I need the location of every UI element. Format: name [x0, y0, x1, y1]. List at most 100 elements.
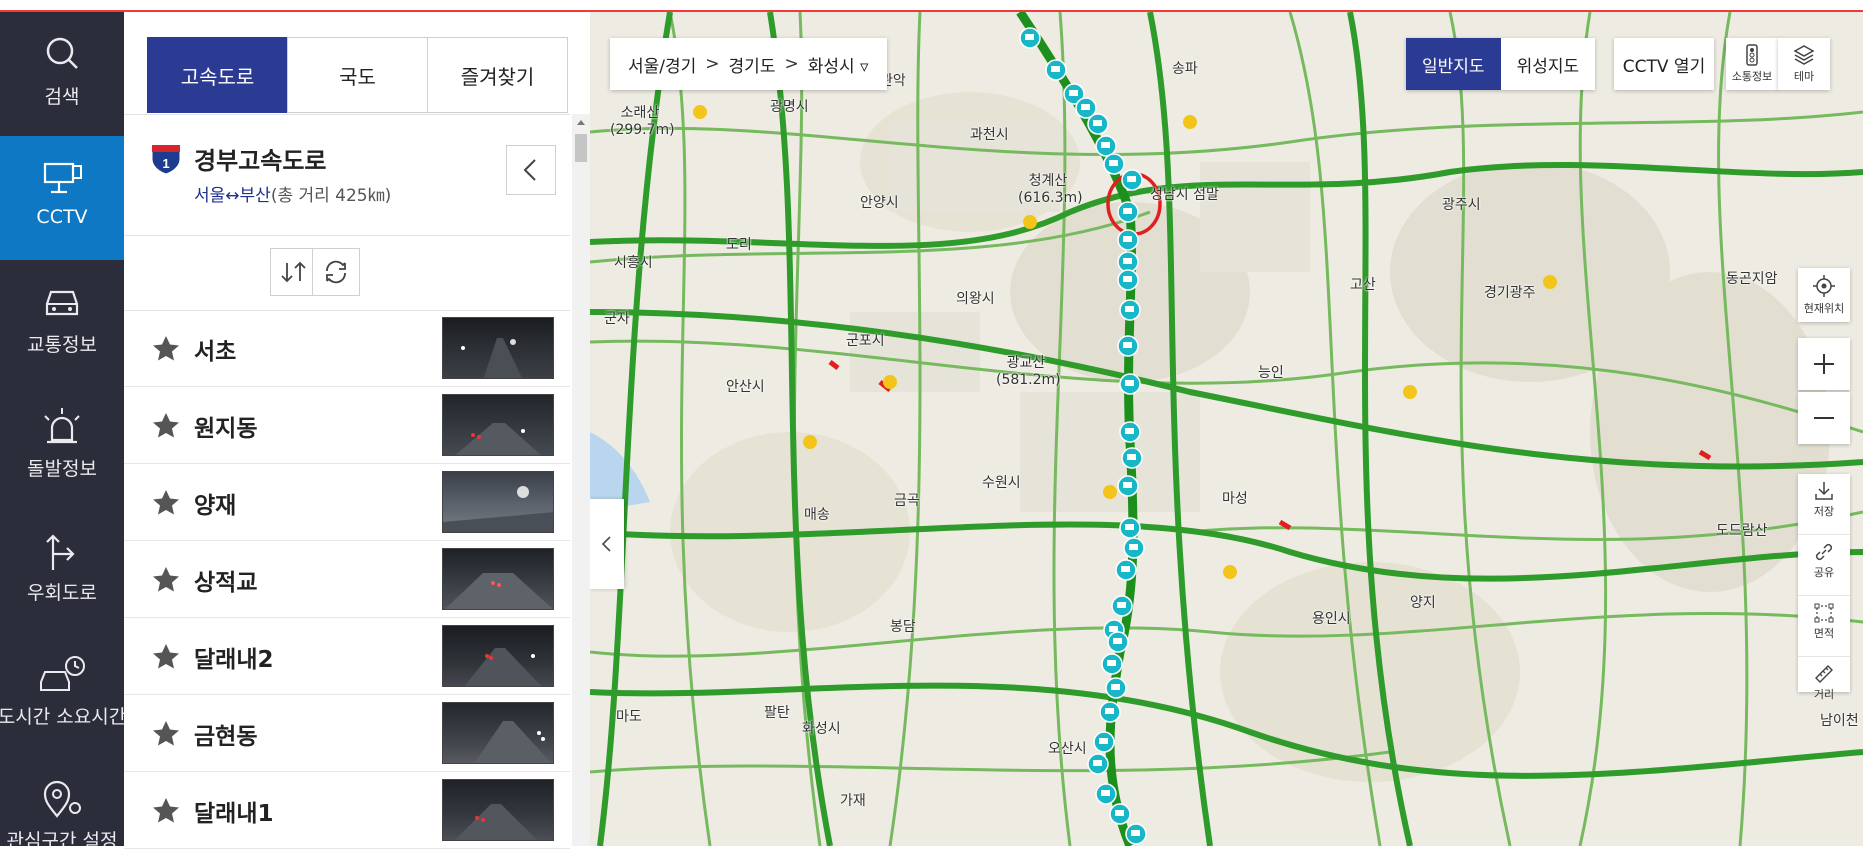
- back-button[interactable]: [506, 145, 556, 195]
- star-icon[interactable]: [151, 334, 181, 362]
- cctv-thumbnail[interactable]: [442, 394, 554, 456]
- main-nav: 검색 CCTV 교통정보 돌발정보 우회도로 도시간 소요시간 관심구간 설정: [0, 12, 124, 846]
- cctv-marker-glyph: [1123, 342, 1132, 348]
- breadcrumb[interactable]: 서울/경기 > 경기도 > 화성시 ▿: [610, 38, 887, 90]
- area-label: 면적: [1813, 627, 1835, 640]
- map-label: 군포시: [846, 333, 885, 349]
- nav-item-traffic[interactable]: 교통정보: [0, 260, 124, 384]
- map-label: 광주시: [1442, 197, 1481, 213]
- chevron-left-icon: [523, 159, 536, 181]
- cctv-name: 달래내1: [194, 801, 274, 827]
- cctv-thumbnail[interactable]: [442, 779, 554, 841]
- collapse-panel-button[interactable]: [590, 499, 624, 589]
- highway-shield-icon: 1: [151, 144, 181, 175]
- cctv-thumbnail[interactable]: [442, 317, 554, 379]
- refresh-button[interactable]: [312, 248, 360, 296]
- map-label: 군자: [604, 311, 630, 327]
- breadcrumb-item[interactable]: 경기도: [729, 52, 776, 77]
- share-button[interactable]: 공유: [1798, 541, 1850, 596]
- map-label: 소래산 (299.7m): [610, 105, 675, 138]
- list-item[interactable]: 서초: [124, 310, 570, 387]
- nav-item-search[interactable]: 검색: [0, 12, 124, 136]
- cctv-marker-glyph: [1107, 660, 1116, 666]
- road-type-tabs: 고속도로 국도 즐겨찾기: [147, 37, 568, 113]
- list-item[interactable]: 원지동: [124, 387, 570, 464]
- plus-icon: [1814, 354, 1834, 374]
- highway-route: 서울↔부산(총 거리 425㎞): [194, 186, 392, 206]
- nav-label: 도시간 소요시간: [0, 706, 124, 728]
- nav-item-favorite-section[interactable]: 관심구간 설정: [0, 756, 124, 846]
- list-item[interactable]: 금현동: [124, 695, 570, 772]
- distance-label: 거리: [1813, 688, 1835, 701]
- star-icon[interactable]: [151, 488, 181, 516]
- star-icon[interactable]: [151, 796, 181, 824]
- map-label: 도리: [726, 237, 752, 253]
- nav-item-cctv[interactable]: CCTV: [0, 136, 124, 260]
- list-item[interactable]: 달래내1: [124, 772, 570, 849]
- traffic-info-button[interactable]: 소통정보: [1726, 38, 1779, 90]
- map-type-satellite[interactable]: 위성지도: [1500, 38, 1596, 90]
- scroll-up-icon[interactable]: [572, 115, 590, 129]
- map-type-normal[interactable]: 일반지도: [1406, 38, 1501, 90]
- top-border: [0, 0, 1863, 12]
- save-label: 저장: [1813, 505, 1835, 518]
- area-button[interactable]: 면적: [1798, 602, 1850, 657]
- map-view[interactable]: 과천시 안양시 시흥시 의왕시 군포시 안산시 수원시 화성시 오산시 용인시 …: [590, 12, 1863, 846]
- tab-national-road[interactable]: 국도: [287, 37, 428, 113]
- list-item[interactable]: 양재: [124, 464, 570, 541]
- star-icon[interactable]: [151, 565, 181, 593]
- cctv-icon: [43, 162, 82, 194]
- save-button[interactable]: 저장: [1798, 480, 1850, 535]
- cctv-thumbnail[interactable]: [442, 702, 554, 764]
- zoom-in-button[interactable]: [1798, 338, 1850, 390]
- cctv-marker-glyph: [1125, 524, 1134, 530]
- star-icon[interactable]: [151, 642, 181, 670]
- cctv-thumbnail[interactable]: [442, 548, 554, 610]
- share-label: 공유: [1813, 566, 1835, 579]
- detour-icon: [46, 534, 75, 570]
- breadcrumb-separator: >: [784, 54, 799, 74]
- traffic-light-icon: [1746, 44, 1758, 66]
- tab-favorites[interactable]: 즐겨찾기: [427, 37, 568, 113]
- nav-item-detour[interactable]: 우회도로: [0, 508, 124, 632]
- nav-label: 교통정보: [27, 334, 97, 356]
- cctv-panel: 고속도로 국도 즐겨찾기 1 경부고속도로 서울↔부산(총 거리 425㎞) 서…: [124, 12, 591, 849]
- breadcrumb-item[interactable]: 화성시 ▿: [808, 52, 869, 77]
- star-icon[interactable]: [151, 719, 181, 747]
- distance-button[interactable]: 거리: [1798, 663, 1850, 717]
- layers-icon: [1793, 45, 1815, 65]
- list-item[interactable]: 달래내2: [124, 618, 570, 695]
- zoom-out-button[interactable]: [1798, 392, 1850, 444]
- nav-item-incident[interactable]: 돌발정보: [0, 384, 124, 508]
- theme-label: 테마: [1793, 70, 1815, 83]
- current-location-button[interactable]: 현재위치: [1798, 268, 1850, 322]
- cctv-name: 서초: [194, 339, 237, 365]
- cctv-marker-glyph: [1127, 176, 1136, 182]
- star-icon[interactable]: [151, 411, 181, 439]
- cctv-marker-glyph: [1099, 738, 1108, 744]
- map-label: 고산: [1350, 277, 1376, 293]
- map-label: 송파: [1172, 61, 1198, 77]
- theme-button[interactable]: 테마: [1778, 38, 1830, 90]
- cctv-marker-glyph: [1101, 142, 1110, 148]
- map-type-toggle: 일반지도 위성지도: [1406, 38, 1596, 90]
- list-item[interactable]: 상적교: [124, 541, 570, 618]
- cctv-thumbnail[interactable]: [442, 625, 554, 687]
- nav-item-travel-time[interactable]: 도시간 소요시간: [0, 632, 124, 756]
- breadcrumb-item[interactable]: 서울/경기: [628, 52, 696, 77]
- panel-scrollbar[interactable]: [572, 114, 590, 846]
- cctv-open-button[interactable]: CCTV 열기: [1614, 38, 1714, 90]
- cctv-list: 서초 원지동 양재 상적교 달래내2 금현동 달래내1: [124, 310, 570, 849]
- cctv-marker-glyph: [1131, 830, 1140, 836]
- sort-direction-button[interactable]: [270, 248, 318, 296]
- map-label: 안산시: [726, 379, 765, 395]
- cctv-name: 상적교: [194, 570, 258, 596]
- cctv-marker-glyph: [1129, 544, 1138, 550]
- cctv-marker-glyph: [1093, 120, 1102, 126]
- map-label: 도드람산: [1716, 523, 1768, 539]
- cctv-name: 금현동: [194, 724, 258, 750]
- cctv-thumbnail[interactable]: [442, 471, 554, 533]
- tab-expressway[interactable]: 고속도로: [147, 37, 288, 113]
- scroll-thumb[interactable]: [575, 134, 587, 162]
- map-label: 봉담: [890, 619, 916, 635]
